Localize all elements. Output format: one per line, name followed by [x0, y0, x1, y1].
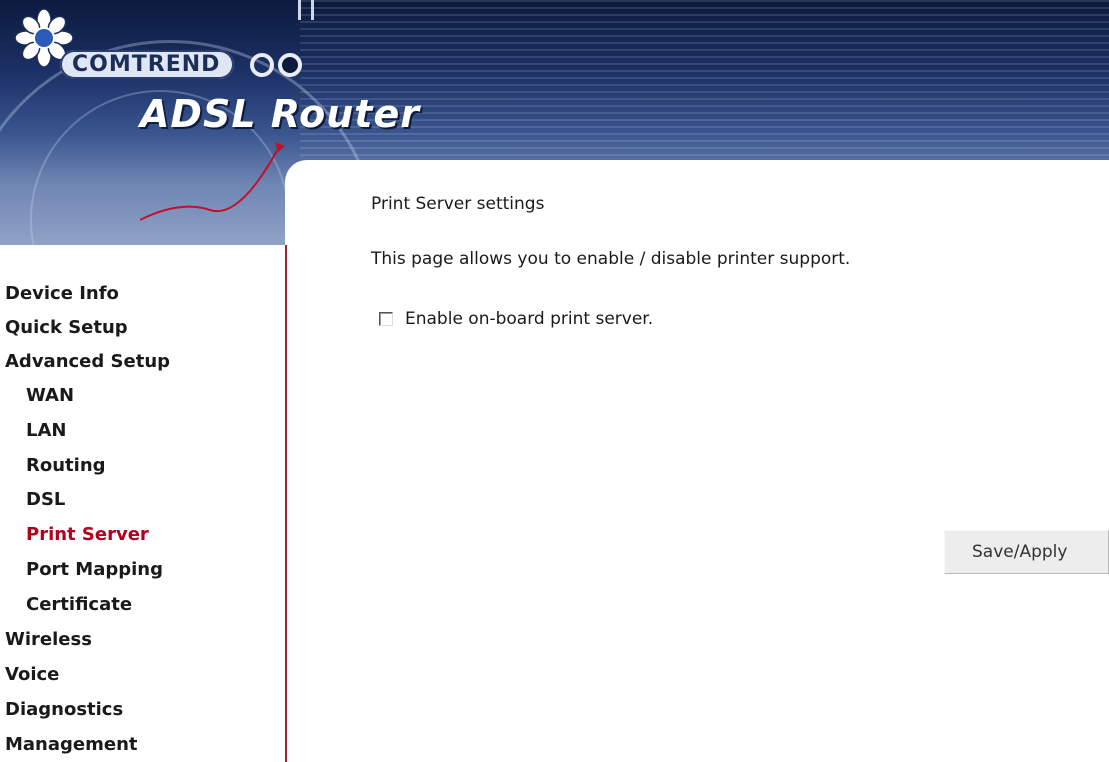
brand-dots-decoration: [250, 53, 302, 77]
sidebar-item-print-server[interactable]: Print Server: [26, 524, 149, 545]
sidebar-item-wireless[interactable]: Wireless: [5, 629, 92, 650]
sidebar-item-advanced-setup[interactable]: Advanced Setup: [5, 351, 170, 372]
sidebar-item-quick-setup[interactable]: Quick Setup: [5, 317, 128, 338]
sidebar-item-wan[interactable]: WAN: [26, 385, 74, 406]
sidebar-item-dsl[interactable]: DSL: [26, 489, 65, 510]
page-title: Print Server settings: [371, 194, 545, 214]
product-title: ADSL Router: [140, 92, 420, 136]
sidebar-item-device-info[interactable]: Device Info: [5, 283, 119, 304]
enable-print-server-checkbox[interactable]: [379, 312, 393, 326]
save-apply-button[interactable]: Save/Apply: [944, 530, 1109, 574]
red-swoosh-decoration: [140, 142, 285, 221]
banner-bars-decoration: [298, 0, 314, 20]
sidebar-item-diagnostics[interactable]: Diagnostics: [5, 699, 123, 720]
banner-stripes: [300, 0, 1109, 160]
sidebar-item-certificate[interactable]: Certificate: [26, 594, 132, 615]
page-description: This page allows you to enable / disable…: [371, 249, 851, 269]
sidebar-item-port-mapping[interactable]: Port Mapping: [26, 559, 163, 580]
sidebar-item-lan[interactable]: LAN: [26, 420, 66, 441]
sidebar-item-management[interactable]: Management: [5, 734, 138, 755]
enable-print-server-row: Enable on-board print server.: [379, 309, 653, 329]
sidebar-item-voice[interactable]: Voice: [5, 664, 59, 685]
enable-print-server-label: Enable on-board print server.: [405, 309, 654, 329]
brand-logo-text: COMTREND: [60, 50, 235, 79]
sidebar-item-routing[interactable]: Routing: [26, 455, 106, 476]
